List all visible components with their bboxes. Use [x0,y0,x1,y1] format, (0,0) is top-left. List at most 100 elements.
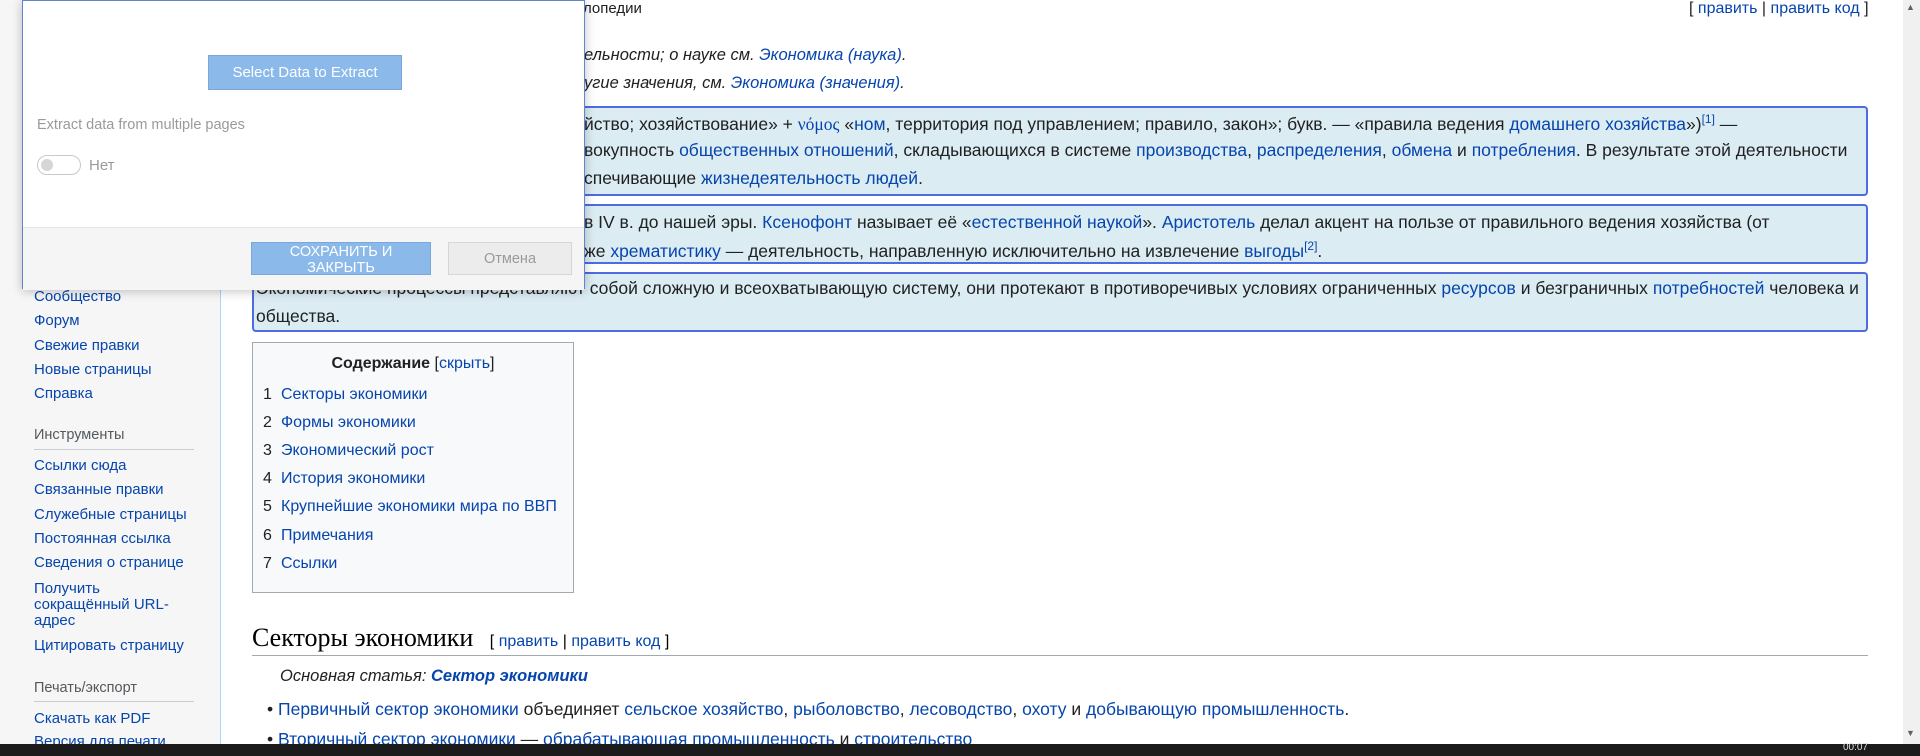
reference-2[interactable]: [2] [1304,239,1317,253]
hatnote-text: . [901,46,907,64]
scroll-up-icon[interactable]: ▲ [1906,2,1915,12]
sidebar-link-download-pdf[interactable]: Скачать как PDF [34,710,150,728]
bracket: ] [1864,0,1869,17]
cancel-button[interactable]: Отмена [448,242,572,275]
sidebar-link-special-pages[interactable]: Служебные страницы [34,506,187,524]
toc-item[interactable]: 7 Ссылки [263,555,337,573]
sidebar-link-permanent-link[interactable]: Постоянная ссылка [34,530,171,548]
text: йство; хозяйствование» + [584,113,793,134]
hatnote-disambiguation: угие значения, см. Экономика (значения). [584,74,905,93]
toc-toggle-link[interactable]: скрыть [439,355,490,372]
text: вокупность [584,140,675,160]
toc-item[interactable]: 1 Секторы экономики [263,386,427,404]
link-household[interactable]: домашнего хозяйства [1509,114,1686,134]
text: . В результате этой деятельности [1575,140,1848,160]
sidebar-heading-print: Печать/экспорт [34,680,137,696]
paragraph-line: общества. [256,306,341,326]
edit-code-link[interactable]: править код [1771,0,1860,17]
link-mining[interactable]: добывающую промышленность [1086,699,1344,719]
text: ») [1686,113,1702,134]
multi-page-label: Extract data from multiple pages [37,117,245,133]
page-subtitle: лопедии [583,0,642,17]
vertical-scrollbar[interactable]: ▲ ▼ [1903,0,1920,744]
sidebar-link-community[interactable]: Сообщество [34,288,121,306]
text: же [584,240,606,261]
hatnote-text: . [900,74,905,92]
scroll-down-icon[interactable]: ▼ [1906,728,1915,738]
toc-link[interactable]: Формы экономики [281,414,416,431]
dialog-footer: СОХРАНИТЬ И ЗАКРЫТЬ Отмена [23,227,584,290]
link-distribution[interactable]: распределения [1257,140,1382,160]
section-edit-code-link[interactable]: править код [571,633,660,650]
link-consumption[interactable]: потребления [1472,140,1576,160]
toc-link[interactable]: Примечания [281,527,373,544]
sidebar-link-related-changes[interactable]: Связанные правки [34,481,164,499]
save-and-close-button[interactable]: СОХРАНИТЬ И ЗАКРЫТЬ [251,242,431,276]
toc-number: 3 [263,442,272,459]
sidebar-link-cite[interactable]: Цитировать страницу [34,637,184,655]
link-fishing[interactable]: рыболовство [793,699,900,719]
text: . [1317,240,1323,261]
sidebar-link-forum[interactable]: Форум [34,312,80,330]
toc-item[interactable]: 2 Формы экономики [263,414,416,432]
bracket: [ [1689,0,1694,17]
hatnote-link-science[interactable]: Экономика (наука) [759,46,902,64]
hatnote-link-meanings[interactable]: Экономика (значения) [731,74,900,92]
text: , [1012,699,1018,719]
reference-1[interactable]: [1] [1702,112,1715,126]
toc-link[interactable]: Экономический рост [281,442,434,459]
sidebar-link-new-pages[interactable]: Новые страницы [34,361,152,379]
link-chrematistics[interactable]: хрематистику [610,241,721,261]
toc-link[interactable]: История экономики [281,470,425,487]
sidebar-heading-tools: Инструменты [34,427,125,443]
text: и [1457,140,1467,160]
link-benefit[interactable]: выгоды [1244,241,1304,261]
select-data-button[interactable]: Select Data to Extract [208,55,402,90]
link-needs[interactable]: потребностей [1653,278,1765,298]
toc-number: 5 [263,498,272,515]
text: в IV в. до нашей эры. [584,212,758,232]
link-agriculture[interactable]: сельское хозяйство [624,699,783,719]
text: и [1071,699,1082,719]
sidebar-link-page-info[interactable]: Сведения о странице [34,554,184,572]
link-resources[interactable]: ресурсов [1441,278,1515,298]
link-natural-science[interactable]: естественной наукой [972,212,1143,232]
toc-link[interactable]: Секторы экономики [281,386,427,403]
section-edit-link[interactable]: править [499,633,559,650]
toc-header: Содержание [скрыть] [253,355,573,373]
toc-item[interactable]: 3 Экономический рост [263,442,434,460]
sidebar-link-help[interactable]: Справка [34,385,93,403]
toggle-knob [41,159,53,171]
sidebar-link-what-links-here[interactable]: Ссылки сюда [34,457,127,475]
toc-item[interactable]: 4 История экономики [263,470,425,488]
multi-page-toggle[interactable] [37,155,81,175]
taskbar: 00:07 [0,742,1920,756]
link-xenophon[interactable]: Ксенофонт [762,212,852,232]
toc-link[interactable]: Ссылки [281,555,337,572]
main-article-link[interactable]: Сектор экономики [431,667,588,685]
toggle-state-label: Нет [89,157,115,174]
edit-link[interactable]: править [1698,0,1758,17]
link-human-life[interactable]: жизнедеятельность людей [701,168,918,188]
greek-term-link[interactable]: νόμος [798,114,840,134]
toc-link[interactable]: Крупнейшие экономики мира по ВВП [281,498,557,515]
text: называет её « [856,212,972,232]
toc-item[interactable]: 5 Крупнейшие экономики мира по ВВП [263,498,557,516]
main-article-note: Основная статья: Сектор экономики [280,667,588,686]
link-social-relations[interactable]: общественных отношений [679,140,894,160]
toc-title: Содержание [331,355,431,372]
toc-item[interactable]: 6 Примечания [263,527,373,545]
link-exchange[interactable]: обмена [1392,140,1453,160]
link-primary-sector[interactable]: Первичный сектор экономики [278,699,519,719]
link-aristotle[interactable]: Аристотель [1162,212,1255,232]
link-nom[interactable]: ном [854,114,885,134]
separator: | [562,633,567,650]
toc-number: 4 [263,470,272,487]
paragraph-line: йство; хозяйствование» + νόμος «ном, тер… [584,112,1737,135]
text: « [844,113,855,134]
link-forestry[interactable]: лесоводство [909,699,1012,719]
link-hunting[interactable]: охоту [1022,699,1066,719]
sidebar-link-recent-changes[interactable]: Свежие правки [34,337,139,355]
bullet-icon: • [267,699,274,719]
link-production[interactable]: производства [1136,140,1247,160]
